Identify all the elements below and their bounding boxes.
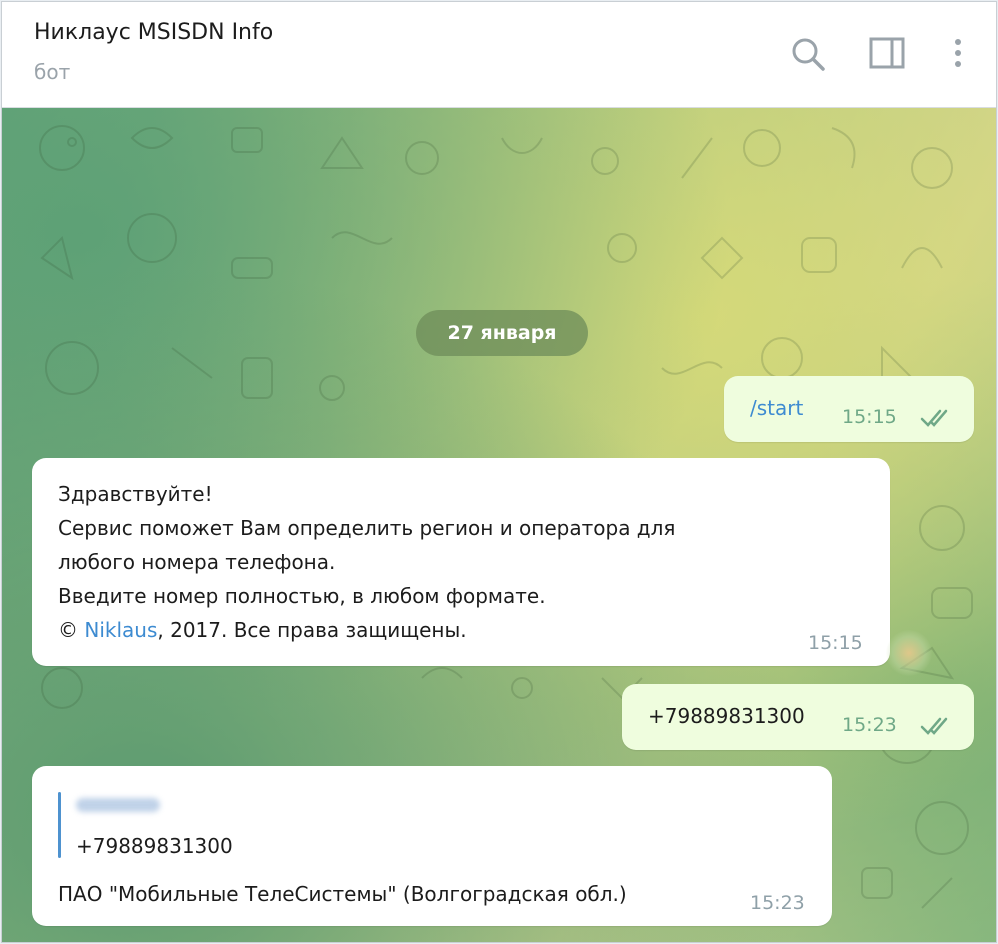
message-line: Сервис поможет Вам определить регион и о… — [58, 516, 676, 540]
message-line: любого номера телефона. — [58, 550, 336, 574]
message-text: +79889831300 — [648, 704, 805, 728]
message-time: 15:15 — [842, 406, 897, 428]
copyright-symbol: © — [58, 618, 78, 642]
copyright-line: © Niklaus, 2017. Все права защищены. — [58, 612, 467, 648]
read-check-icon — [920, 717, 948, 735]
outgoing-message[interactable]: +79889831300 15:23 — [622, 684, 974, 750]
author-link[interactable]: Niklaus — [84, 618, 157, 642]
message-line: Здравствуйте! — [58, 482, 213, 506]
telegram-chat-window: Никлаус MSISDN Info бот 27 января /start… — [1, 1, 997, 943]
read-check-icon — [920, 409, 948, 427]
chat-subtitle: бот — [34, 60, 71, 84]
message-time: 15:23 — [842, 714, 897, 736]
incoming-message[interactable]: Здравствуйте! Сервис поможет Вам определ… — [32, 458, 890, 666]
date-separator: 27 января — [416, 310, 588, 356]
bot-command-link[interactable]: /start — [750, 390, 803, 426]
quoted-text[interactable]: +79889831300 — [76, 828, 233, 864]
blurred-quote-author — [76, 798, 160, 812]
chat-title[interactable]: Никлаус MSISDN Info — [34, 20, 273, 45]
chat-header: Никлаус MSISDN Info бот — [2, 2, 996, 108]
more-vertical-icon[interactable] — [938, 32, 978, 76]
search-icon[interactable] — [788, 32, 828, 76]
copyright-text: , 2017. Все права защищены. — [157, 618, 467, 642]
message-text: ПАО "Мобильные ТелеСистемы" (Волгоградск… — [58, 882, 627, 906]
chat-area[interactable]: 27 января /start 15:15 Здравствуйте! Сер… — [2, 108, 996, 942]
message-line: Введите номер полностью, в любом формате… — [58, 584, 546, 608]
sidebar-panel-icon[interactable] — [868, 32, 908, 76]
outgoing-message[interactable]: /start 15:15 — [724, 376, 974, 442]
quote-bar — [58, 792, 61, 858]
message-time: 15:23 — [750, 892, 805, 914]
message-time: 15:15 — [808, 632, 863, 654]
incoming-message[interactable]: +79889831300 ПАО "Мобильные ТелеСистемы"… — [32, 766, 832, 926]
reaction-icon[interactable] — [886, 630, 932, 676]
